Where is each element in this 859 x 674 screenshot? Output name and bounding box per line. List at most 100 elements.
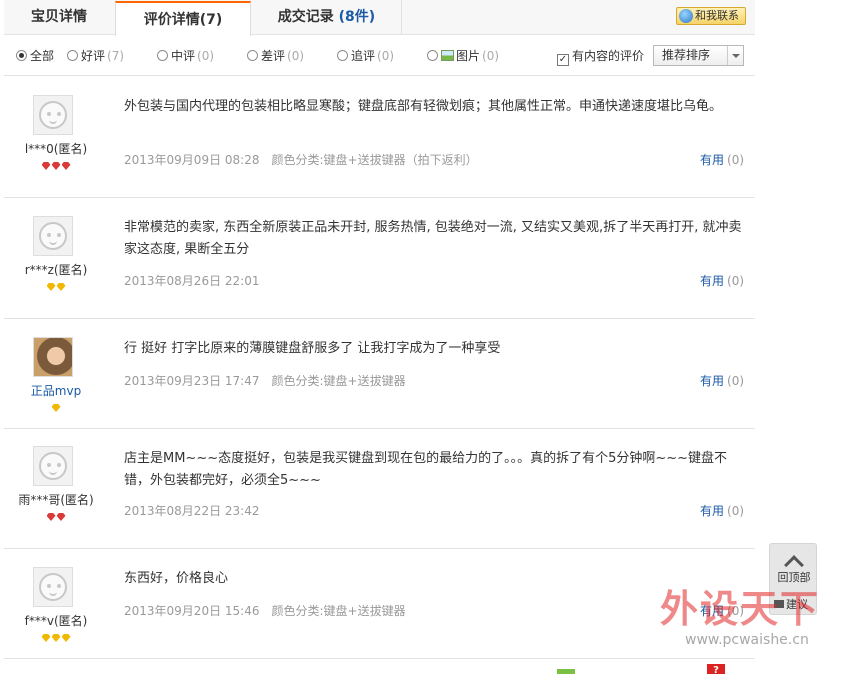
radio-icon[interactable] — [247, 50, 258, 61]
filter-label: 图片 — [456, 49, 481, 63]
default-avatar-icon — [39, 101, 67, 129]
filter-followup[interactable]: 追评 (0) — [337, 48, 394, 64]
radio-icon[interactable] — [16, 50, 27, 61]
default-avatar-icon — [39, 452, 67, 480]
diamond-icon — [51, 634, 61, 642]
filter-count: (7) — [107, 49, 125, 63]
content-only-checkbox[interactable]: ✓ 有内容的评价 — [557, 48, 645, 66]
review-text: 店主是MM~~~态度挺好，包装是我买键盘到现在包的最给力的了。。。真的拆了有个5… — [124, 451, 728, 488]
diamond-icon — [61, 634, 71, 642]
filter-count: (0) — [197, 49, 215, 63]
red-badge-icon: ? — [707, 664, 725, 674]
contact-seller-button[interactable]: 和我联系 — [676, 7, 746, 25]
useful-count: (0) — [727, 374, 745, 388]
contact-label: 和我联系 — [695, 9, 739, 22]
watermark-logo: 外设天下 — [660, 586, 821, 631]
review-date: 2013年08月22日 23:42 — [124, 504, 260, 518]
review-item: l***0(匿名) 外包装与国内代理的包装相比略显寒酸；键盘底部有轻微划痕；其他… — [4, 77, 755, 198]
useful-count: (0) — [727, 153, 745, 167]
reviewer-name: 雨***哥(匿名) — [18, 493, 94, 507]
review-text: 非常模范的卖家, 东西全新原装正品未开封, 服务热情, 包装绝对一流, 又结实又… — [124, 220, 742, 257]
credit-badges — [4, 280, 108, 292]
useful-count: (0) — [727, 274, 745, 288]
wangwang-icon — [679, 9, 693, 23]
diamond-icon — [56, 283, 66, 291]
tab-bar: 宝贝详情 评价详情(7) 成交记录 (8件) 和我联系 — [4, 0, 755, 36]
credit-badges — [4, 631, 108, 643]
credit-badges — [4, 401, 108, 413]
radio-icon[interactable] — [157, 50, 168, 61]
review-meta: 2013年09月09日 08:28 颜色分类:键盘+送拔键器（拍下返利） — [124, 151, 478, 168]
avatar[interactable] — [33, 95, 73, 135]
red-heart-icon — [61, 162, 71, 170]
reviewer-name: r***z(匿名) — [24, 263, 88, 277]
review-date: 2013年08月26日 22:01 — [124, 274, 260, 288]
filter-label: 中评 — [171, 49, 196, 63]
filter-positive[interactable]: 好评 (7) — [67, 48, 124, 64]
credit-badges — [4, 510, 108, 522]
red-heart-icon — [41, 162, 51, 170]
filter-label: 追评 — [351, 49, 376, 63]
useful-label: 有用 — [700, 153, 725, 167]
reviewer-name: f***v(匿名) — [24, 614, 88, 628]
review-text: 外包装与国内代理的包装相比略显寒酸；键盘底部有轻微划痕；其他属性正常。申通快递速… — [124, 99, 723, 114]
review-item: r***z(匿名) 非常模范的卖家, 东西全新原装正品未开封, 服务热情, 包装… — [4, 198, 755, 319]
checkbox-label: 有内容的评价 — [572, 49, 645, 63]
filter-bar: 全部 好评 (7) 中评 (0) 差评 (0) 追评 (0) 图片 (0) ✓ 有内容的评价… — [4, 36, 755, 76]
tab-count: (7) — [199, 12, 223, 28]
avatar[interactable] — [33, 446, 73, 486]
useful-button[interactable]: 有用 (0) — [700, 372, 744, 389]
filter-count: (0) — [287, 49, 305, 63]
diamond-icon — [41, 634, 51, 642]
review-attribute: 颜色分类:键盘+送拔键器 — [271, 604, 406, 618]
chevron-down-icon — [727, 46, 743, 65]
radio-icon[interactable] — [427, 50, 438, 61]
review-date: 2013年09月09日 08:28 — [124, 153, 260, 167]
review-item: 雨***哥(匿名) 店主是MM~~~态度挺好，包装是我买键盘到现在包的最给力的了… — [4, 429, 755, 549]
tab-label: 成交记录 — [277, 9, 334, 25]
review-item: f***v(匿名) 东西好，价格良心 2013年09月20日 15:46 颜色分类… — [4, 549, 755, 659]
tab-count: (8件) — [338, 9, 376, 25]
review-meta: 2013年09月23日 17:47 颜色分类:键盘+送拔键器 — [124, 372, 406, 389]
tab-reviews[interactable]: 评价详情(7) — [115, 1, 251, 36]
avatar[interactable] — [33, 337, 73, 377]
review-text: 行 挺好 打字比原来的薄膜键盘舒服多了 让我打字成为了一种享受 — [124, 341, 501, 356]
useful-button[interactable]: 有用 (0) — [700, 272, 744, 289]
review-attribute: 颜色分类:键盘+送拔键器 — [271, 374, 406, 388]
user-photo — [34, 338, 72, 376]
sort-value: 推荐排序 — [662, 48, 711, 62]
tab-transactions[interactable]: 成交记录 (8件) — [252, 0, 402, 35]
reviewer-name: l***0(匿名) — [24, 142, 88, 156]
radio-icon[interactable] — [337, 50, 348, 61]
reviewer-name[interactable]: 正品mvp — [4, 382, 108, 399]
radio-icon[interactable] — [67, 50, 78, 61]
watermark-url: www.pcwaishe.cn — [685, 632, 809, 648]
useful-button[interactable]: 有用 (0) — [700, 151, 744, 168]
diamond-icon — [51, 404, 61, 412]
credit-badges — [4, 159, 108, 171]
avatar[interactable] — [33, 216, 73, 256]
tab-label: 评价详情 — [143, 12, 200, 28]
sort-select[interactable]: 推荐排序 — [653, 45, 744, 66]
avatar[interactable] — [33, 567, 73, 607]
useful-button[interactable]: 有用 (0) — [700, 502, 744, 519]
red-heart-icon — [56, 513, 66, 521]
review-date: 2013年09月23日 17:47 — [124, 374, 260, 388]
filter-count: (0) — [482, 49, 500, 63]
filter-label: 差评 — [261, 49, 286, 63]
review-text: 东西好，价格良心 — [124, 571, 229, 586]
review-item: 正品mvp 行 挺好 打字比原来的薄膜键盘舒服多了 让我打字成为了一种享受 20… — [4, 319, 755, 429]
diamond-icon — [46, 283, 56, 291]
filter-negative[interactable]: 差评 (0) — [247, 48, 304, 64]
useful-label: 有用 — [700, 504, 725, 518]
filter-images[interactable]: 图片 (0) — [427, 48, 499, 64]
checkbox-checked-icon[interactable]: ✓ — [557, 54, 569, 66]
review-date: 2013年09月20日 15:46 — [124, 604, 260, 618]
tab-item-details[interactable]: 宝贝详情 — [4, 0, 114, 35]
red-heart-icon — [46, 513, 56, 521]
tab-label: 宝贝详情 — [31, 9, 87, 25]
filter-all[interactable]: 全部 — [16, 48, 54, 64]
filter-neutral[interactable]: 中评 (0) — [157, 48, 214, 64]
useful-label: 有用 — [700, 274, 725, 288]
default-avatar-icon — [39, 222, 67, 250]
